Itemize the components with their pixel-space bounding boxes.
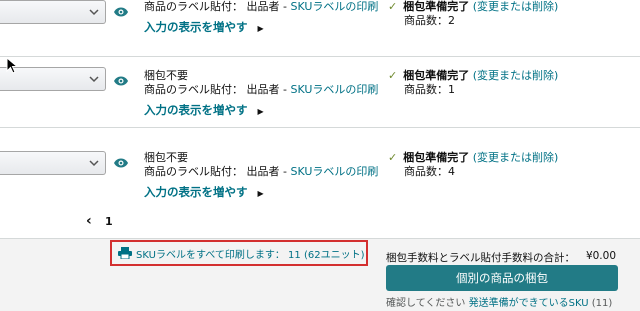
eye-icon[interactable]	[113, 75, 129, 87]
item-count: 商品数：1	[404, 83, 455, 96]
print-all-sku-labels-link[interactable]: SKUラベルをすべて印刷します： 11 (62ユニット)	[110, 240, 368, 266]
label-separator: -	[283, 165, 287, 178]
change-or-delete-link[interactable]: (変更または削除)	[473, 69, 559, 82]
item-count: 商品数：4	[404, 165, 455, 178]
shipment-row: 商品のラベル貼付： 出品者 - SKUラベルの印刷 入力の表示を増やす ▶ ✓ 梱包…	[0, 0, 640, 57]
chevron-down-icon	[89, 9, 99, 16]
confirm-prefix: 確認してください	[386, 298, 466, 309]
expand-input-link[interactable]: 入力の表示を増やす ▶	[144, 103, 378, 119]
label-separator: -	[283, 83, 287, 96]
eye-icon[interactable]	[113, 157, 129, 169]
printer-icon	[118, 247, 132, 259]
expand-label: 入力の表示を増やす	[144, 185, 248, 199]
expand-input-link[interactable]: 入力の表示を増やす ▶	[144, 20, 378, 36]
chevron-down-icon	[89, 76, 99, 83]
label-owner: 出品者	[246, 83, 280, 96]
prep-status: ✓ 梱包準備完了 (変更または削除) 商品数：1	[388, 69, 558, 97]
prep-info: 梱包不要 商品のラベル貼付： 出品者 - SKUラベルの印刷 入力の表示を増やす…	[144, 151, 378, 201]
prep-type-select[interactable]	[0, 151, 106, 175]
eye-icon[interactable]	[113, 6, 129, 18]
status-text: 梱包準備完了	[403, 0, 470, 13]
label-owner: 出品者	[246, 165, 280, 178]
print-sku-label-link[interactable]: SKUラベルの印刷	[290, 83, 378, 96]
pagination: ‹ 1	[0, 209, 640, 239]
triangle-right-icon: ▶	[257, 189, 264, 198]
current-page-number[interactable]: 1	[105, 215, 113, 228]
triangle-right-icon: ▶	[257, 107, 264, 116]
prep-type-label: 梱包不要	[144, 151, 188, 164]
shipment-row: 梱包不要 商品のラベル貼付： 出品者 - SKUラベルの印刷 入力の表示を増やす…	[0, 57, 640, 128]
triangle-right-icon: ▶	[257, 24, 264, 33]
shipment-list: 商品のラベル貼付： 出品者 - SKUラベルの印刷 入力の表示を増やす ▶ ✓ 梱包…	[0, 0, 640, 212]
item-count: 商品数：2	[404, 14, 455, 27]
ready-skus-count: (11)	[591, 298, 613, 309]
expand-label: 入力の表示を増やす	[144, 103, 248, 117]
shipment-row: 梱包不要 商品のラベル貼付： 出品者 - SKUラベルの印刷 入力の表示を増やす…	[0, 128, 640, 212]
label-prefix: 商品のラベル貼付：	[144, 165, 243, 178]
prep-type-label: 梱包不要	[144, 69, 188, 82]
change-or-delete-link[interactable]: (変更または削除)	[473, 151, 559, 164]
status-text: 梱包準備完了	[403, 69, 470, 82]
mouse-cursor-icon	[6, 57, 19, 74]
chevron-down-icon	[89, 160, 99, 167]
ready-skus-link[interactable]: 発送準備ができているSKU	[469, 298, 589, 309]
check-icon: ✓	[388, 151, 398, 164]
change-or-delete-link[interactable]: (変更または削除)	[473, 0, 559, 13]
prep-info: 商品のラベル貼付： 出品者 - SKUラベルの印刷 入力の表示を増やす ▶	[144, 0, 378, 36]
prep-status: ✓ 梱包準備完了 (変更または削除) 商品数：2	[388, 0, 558, 28]
pack-individual-items-button[interactable]: 個別の商品の梱包	[386, 265, 618, 291]
label-prefix: 商品のラベル貼付：	[144, 83, 243, 96]
prep-info: 梱包不要 商品のラベル貼付： 出品者 - SKUラベルの印刷 入力の表示を増やす…	[144, 69, 378, 119]
expand-label: 入力の表示を増やす	[144, 20, 248, 34]
confirm-ready-skus: 確認してください 発送準備ができているSKU (11)	[386, 294, 612, 309]
check-icon: ✓	[388, 69, 398, 82]
print-sku-label-link[interactable]: SKUラベルの印刷	[290, 0, 378, 13]
label-owner: 出品者	[246, 0, 280, 13]
print-sku-label-link[interactable]: SKUラベルの印刷	[290, 165, 378, 178]
fee-total-label: 梱包手数料とラベル貼付手数料の合計：	[386, 252, 575, 264]
expand-input-link[interactable]: 入力の表示を増やす ▶	[144, 185, 378, 201]
status-text: 梱包準備完了	[403, 151, 470, 164]
label-separator: -	[283, 0, 287, 13]
check-icon: ✓	[388, 0, 398, 13]
prep-status: ✓ 梱包準備完了 (変更または削除) 商品数：4	[388, 151, 558, 179]
prep-type-select[interactable]	[0, 0, 106, 24]
print-all-label: SKUラベルをすべて印刷します： 11 (62ユニット)	[136, 249, 365, 261]
previous-page-button[interactable]: ‹	[86, 213, 92, 229]
fee-total-value: ¥0.00	[585, 250, 616, 262]
pack-button-label: 個別の商品の梱包	[456, 271, 548, 285]
label-prefix: 商品のラベル貼付：	[144, 0, 243, 13]
